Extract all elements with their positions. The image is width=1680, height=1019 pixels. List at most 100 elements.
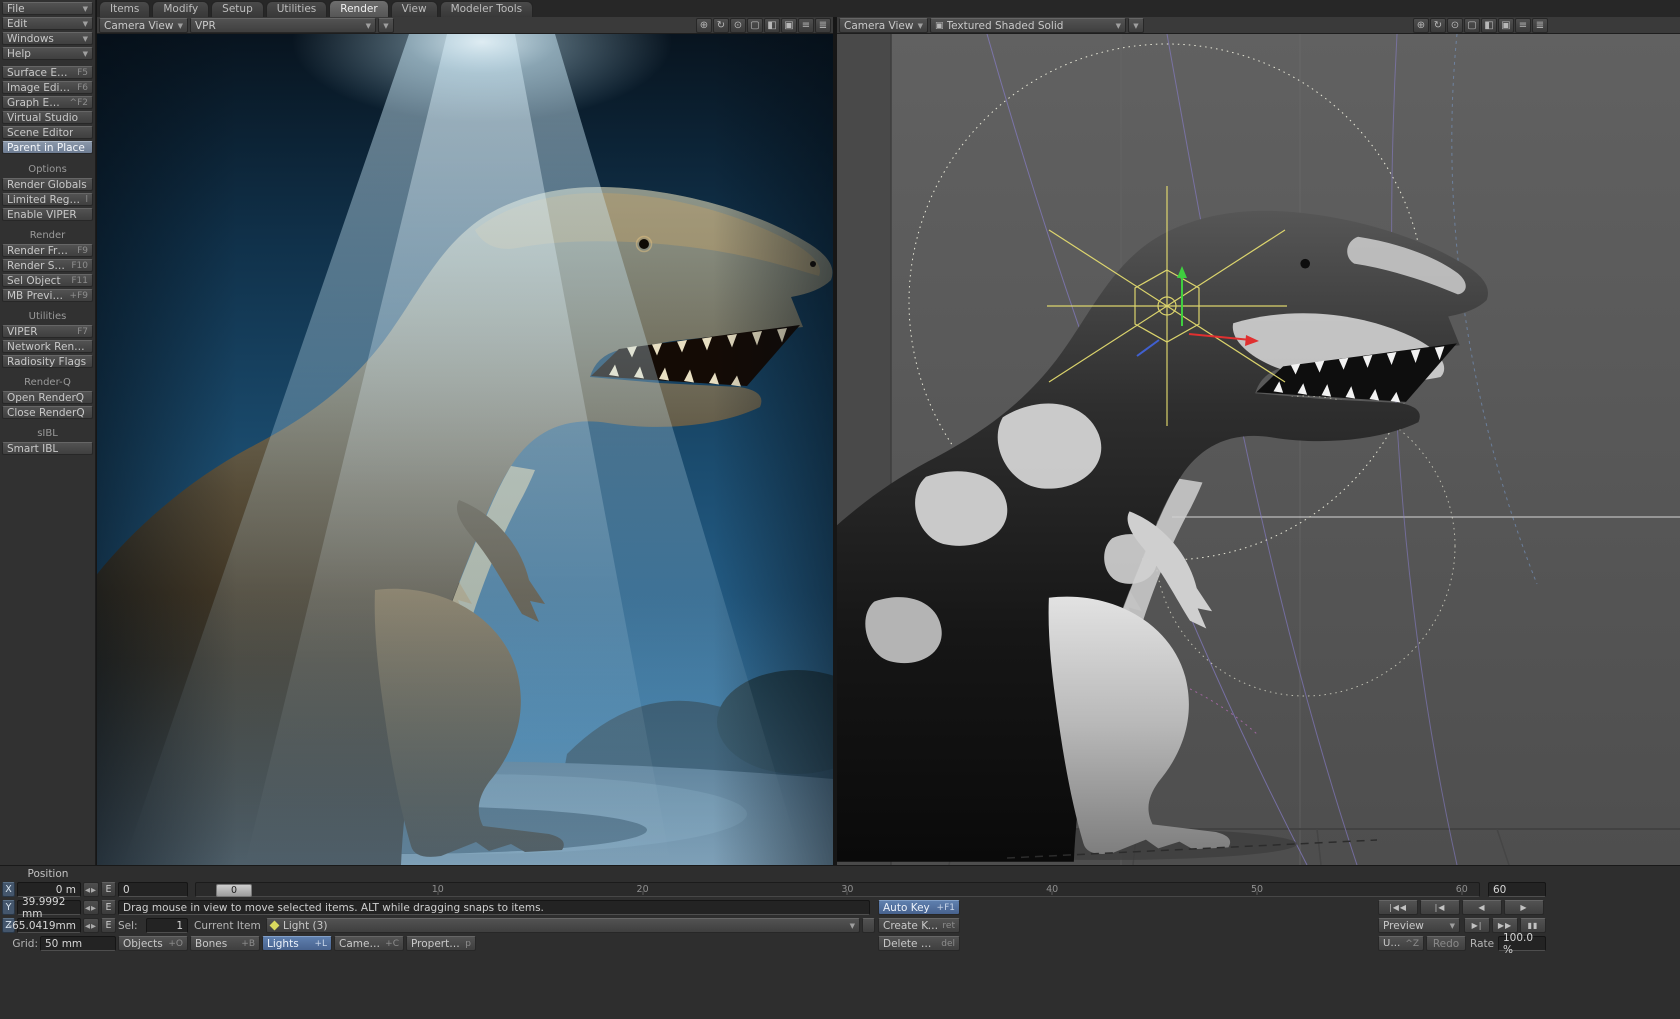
- expand-icon[interactable]: ▢: [747, 18, 763, 33]
- radiosity-flags-button[interactable]: Radiosity Flags: [2, 355, 93, 368]
- menu-file[interactable]: File▼: [2, 2, 93, 15]
- rate-value-field[interactable]: 100.0 %: [1498, 936, 1546, 951]
- transport-button[interactable]: ▶|: [1464, 918, 1490, 933]
- smart-ibl-button[interactable]: Smart IBL: [2, 442, 93, 455]
- transport-button[interactable]: ▶: [1504, 900, 1544, 915]
- viewport-options-dropdown-left[interactable]: ▼: [378, 18, 394, 33]
- lights-button[interactable]: Lights+L: [262, 936, 332, 951]
- chevron-down-icon: ▼: [1450, 922, 1455, 930]
- redo-button[interactable]: Redo: [1426, 936, 1466, 951]
- timeline-slider-knob[interactable]: 0: [216, 884, 252, 897]
- item-picker-button[interactable]: [862, 918, 875, 933]
- button-label: Limited Region: [7, 194, 81, 206]
- tab-utilities[interactable]: Utilities: [266, 1, 328, 17]
- transport-button[interactable]: |◀: [1420, 900, 1460, 915]
- y-position-value[interactable]: 39.9992 mm: [17, 900, 81, 915]
- x-spinner[interactable]: ◀▶: [83, 882, 99, 897]
- vpr-render-scene[interactable]: [97, 34, 833, 865]
- bones-button[interactable]: Bones +B: [190, 936, 260, 951]
- enable-viper-button[interactable]: Enable VIPER: [2, 208, 93, 221]
- y-spinner[interactable]: ◀▶: [83, 900, 99, 915]
- virtual-studio-button[interactable]: Virtual Studio: [2, 111, 93, 124]
- x-envelope-button[interactable]: E: [101, 882, 116, 897]
- open-renderq-button[interactable]: Open RenderQ: [2, 391, 93, 404]
- rate-label: Rate: [1470, 936, 1496, 951]
- zoom-icon[interactable]: ⊙: [730, 18, 746, 33]
- transport-button[interactable]: |◀◀: [1378, 900, 1418, 915]
- image-editor-button[interactable]: Image EditorF6: [2, 81, 93, 94]
- cameras-button[interactable]: Cameras+C: [334, 936, 404, 951]
- render-mode-dropdown-left[interactable]: VPR ▼: [190, 18, 376, 33]
- current-item-dropdown[interactable]: Light (3) ▼: [266, 918, 860, 933]
- chevron-down-icon: ▼: [83, 50, 88, 58]
- auto-key-button[interactable]: Auto Key +F1: [878, 900, 960, 915]
- camera-toggle-icon[interactable]: ▣: [1498, 18, 1514, 33]
- z-position-value[interactable]: -65.0419mm: [17, 918, 81, 933]
- network-render-button[interactable]: Network Render: [2, 340, 93, 353]
- render-scene-button[interactable]: Render SceneF10: [2, 259, 93, 272]
- zoom-icon[interactable]: ⊙: [1447, 18, 1463, 33]
- view-type-dropdown-left[interactable]: Camera View ▼: [99, 18, 188, 33]
- pan-icon[interactable]: ⊕: [1413, 18, 1429, 33]
- menu-label: Windows: [7, 33, 54, 45]
- tab-render[interactable]: Render: [329, 0, 388, 17]
- graph-editor-button[interactable]: Graph Editor^F2: [2, 96, 93, 109]
- parent-in-place-button[interactable]: Parent in Place: [2, 141, 93, 154]
- viewport-menu-icon[interactable]: ≣: [1532, 18, 1548, 33]
- sel-count-field[interactable]: 1: [146, 918, 188, 933]
- tab-modify[interactable]: Modify: [152, 1, 209, 17]
- render-mode-dropdown-right[interactable]: ▣ Textured Shaded Solid ▼: [930, 18, 1126, 33]
- menu-windows[interactable]: Windows▼: [2, 32, 93, 45]
- shaded-viewport[interactable]: [837, 34, 1680, 865]
- grid-size-field[interactable]: 50 mm: [40, 936, 116, 951]
- viewport-menu-icon[interactable]: ≣: [815, 18, 831, 33]
- shortcut-label: +B: [241, 939, 255, 949]
- create-key-button[interactable]: Create Key ret: [878, 918, 960, 933]
- tab-setup[interactable]: Setup: [211, 1, 264, 17]
- tab-view[interactable]: View: [391, 1, 438, 17]
- menu-help[interactable]: Help▼: [2, 47, 93, 60]
- start-frame-field[interactable]: 0: [118, 882, 188, 897]
- z-spinner[interactable]: ◀▶: [83, 918, 99, 933]
- objects-button[interactable]: Objects+O: [118, 936, 188, 951]
- menu-edit[interactable]: Edit▼: [2, 17, 93, 30]
- y-envelope-button[interactable]: E: [101, 900, 116, 915]
- layout-list-icon[interactable]: ≡: [798, 18, 814, 33]
- scene-editor-button[interactable]: Scene Editor: [2, 126, 93, 139]
- limited-region-button[interactable]: Limited Regionl: [2, 193, 93, 206]
- render-globals-button[interactable]: Render Globals: [2, 178, 93, 191]
- tab-items[interactable]: Items: [99, 1, 150, 17]
- timeline-track[interactable]: 0 0102030405060: [195, 882, 1480, 897]
- shaded-viewport-scene[interactable]: [837, 34, 1680, 865]
- button-label: Bones: [195, 938, 227, 950]
- shortcut-label: F5: [77, 68, 88, 78]
- transport-button[interactable]: ◀: [1462, 900, 1502, 915]
- viewport-options-dropdown-right[interactable]: ▼: [1128, 18, 1144, 33]
- rotate-icon[interactable]: ↻: [713, 18, 729, 33]
- rotate-icon[interactable]: ↻: [1430, 18, 1446, 33]
- z-envelope-button[interactable]: E: [101, 918, 116, 933]
- surface-editor-button[interactable]: Surface EditorF5: [2, 66, 93, 79]
- undo-button[interactable]: Undo ^Z: [1378, 936, 1424, 951]
- camera-toggle-icon[interactable]: ▣: [781, 18, 797, 33]
- section-sibl: sIBLSmart IBL: [2, 428, 93, 455]
- sel-label: Sel:: [118, 918, 144, 933]
- delete-key-button[interactable]: Delete Key del: [878, 936, 960, 951]
- render-frame-button[interactable]: Render FrameF9: [2, 244, 93, 257]
- mb-preview-button[interactable]: MB Preview+F9: [2, 289, 93, 302]
- expand-icon[interactable]: ▢: [1464, 18, 1480, 33]
- grid-row: Grid: 50 mm Objects+OBones+BLights+LCame…: [0, 936, 1680, 951]
- wireframe-toggle-icon[interactable]: ◧: [1481, 18, 1497, 33]
- layout-list-icon[interactable]: ≡: [1515, 18, 1531, 33]
- wireframe-toggle-icon[interactable]: ◧: [764, 18, 780, 33]
- view-type-dropdown-right[interactable]: Camera View ▼: [839, 18, 928, 33]
- pan-icon[interactable]: ⊕: [696, 18, 712, 33]
- end-frame-field[interactable]: 60: [1488, 882, 1546, 897]
- vpr-render-viewport[interactable]: [97, 34, 833, 865]
- sel-object-button[interactable]: Sel ObjectF11: [2, 274, 93, 287]
- viper-button[interactable]: VIPERF7: [2, 325, 93, 338]
- properties-button[interactable]: Propertiesp: [406, 936, 476, 951]
- close-renderq-button[interactable]: Close RenderQ: [2, 406, 93, 419]
- preview-dropdown[interactable]: Preview ▼: [1378, 918, 1460, 933]
- tab-modeler-tools[interactable]: Modeler Tools: [440, 1, 534, 17]
